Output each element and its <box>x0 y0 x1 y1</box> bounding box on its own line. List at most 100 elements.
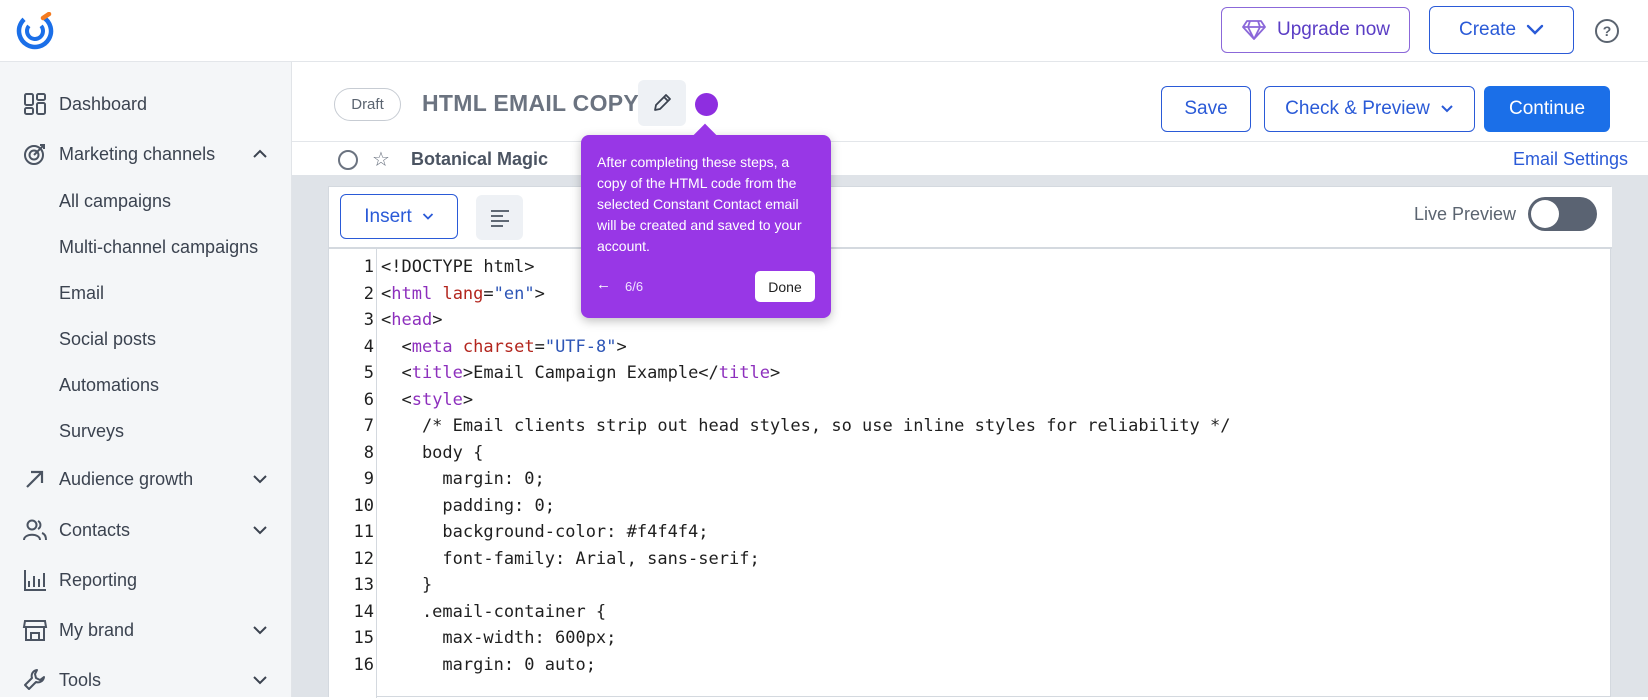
chevron-down-icon <box>422 213 433 220</box>
code-text: margin: 0; <box>381 469 545 489</box>
done-button[interactable]: Done <box>755 271 815 302</box>
line-number: 10 <box>353 495 374 516</box>
line-number: 13 <box>353 575 374 595</box>
sidebar-subitem-automations[interactable]: Automations <box>59 375 159 396</box>
chevron-up-icon <box>253 149 267 158</box>
sidebar-item-marketing-channels[interactable]: Marketing channels <box>0 134 292 174</box>
star-icon[interactable]: ☆ <box>372 147 390 172</box>
sidebar-item-tools[interactable]: Tools <box>0 660 292 700</box>
sidebar-subitem-surveys[interactable]: Surveys <box>59 421 124 442</box>
code-line: 2 <html lang="en"> <box>329 281 1612 308</box>
line-number: 4 <box>363 336 374 357</box>
select-radio[interactable] <box>338 150 358 170</box>
sidebar-item-label: Reporting <box>59 569 138 590</box>
code-line: 12 font-family: Arial, sans-serif; <box>329 546 1612 573</box>
save-label: Save <box>1184 98 1228 119</box>
code-text: <title>Email Campaign Example</title> <box>381 363 781 383</box>
code-line: 14 .email-container { <box>329 599 1612 626</box>
code-editor[interactable]: 1 <!DOCTYPE html> 2 <html lang="en"> 3 <head>… <box>329 249 1612 698</box>
line-number: 9 <box>363 469 374 489</box>
sidebar-item-audience-growth[interactable]: Audience growth <box>0 459 292 499</box>
continue-button[interactable]: Continue <box>1484 86 1610 132</box>
sidebar-subitem-email[interactable]: Email <box>59 283 104 304</box>
sidebar-item-contacts[interactable]: Contacts <box>0 510 292 550</box>
html-editor: Insert Live Preview 1 <!DOCTYPE html> 2 <ht… <box>328 186 1612 698</box>
check-preview-label: Check & Preview <box>1285 98 1430 119</box>
code-text: font-family: Arial, sans-serif; <box>381 548 760 569</box>
sidebar-item-reporting[interactable]: Reporting <box>0 560 292 600</box>
sidebar-item-label: My brand <box>59 619 135 640</box>
code-line: 11 background-color: #f4f4f4; <box>329 519 1612 546</box>
email-settings-link[interactable]: Email Settings <box>1513 149 1628 170</box>
code-line: 1 <!DOCTYPE html> <box>329 254 1612 281</box>
editor-toolbar: Insert Live Preview <box>329 187 1612 249</box>
live-preview-label: Live Preview <box>1414 204 1517 224</box>
sidebar-item-label: Dashboard <box>59 93 148 114</box>
line-number: 16 <box>353 654 374 675</box>
code-line: 7 /* Email clients strip out head styles… <box>329 413 1612 440</box>
insert-button[interactable]: Insert <box>340 194 458 239</box>
code-text: /* Email clients strip out head styles, … <box>381 416 1231 436</box>
toggle-knob <box>1531 200 1559 228</box>
chevron-down-icon <box>1441 105 1453 113</box>
sidebar-item-label: Marketing channels <box>59 143 216 164</box>
line-number: 7 <box>363 416 374 436</box>
code-text: margin: 0 auto; <box>381 654 596 675</box>
code-line: 16 margin: 0 auto; <box>329 652 1612 679</box>
upgrade-now-button[interactable]: Upgrade now <box>1221 7 1410 53</box>
code-line: 8 body { <box>329 440 1612 467</box>
constant-contact-logo[interactable] <box>16 12 54 50</box>
line-number: 3 <box>363 310 374 330</box>
tooltip-message: After completing these steps, a copy of … <box>597 154 802 254</box>
sidebar-item-label: Contacts <box>59 519 131 540</box>
code-text: <style> <box>381 389 474 410</box>
campaign-header: Draft HTML EMAIL COPY Save Check & Previ… <box>292 62 1648 141</box>
line-number: 1 <box>363 257 374 277</box>
line-number: 11 <box>353 522 374 542</box>
line-number: 14 <box>353 601 374 622</box>
code-text: <head> <box>381 310 443 330</box>
code-text: background-color: #f4f4f4; <box>381 522 709 542</box>
campaign-name: Botanical Magic <box>411 149 549 169</box>
help-icon[interactable]: ? <box>1595 19 1619 43</box>
sidebar-subitem-all-campaigns[interactable]: All campaigns <box>59 191 171 212</box>
sidebar-item-label: Audience growth <box>59 468 194 489</box>
align-left-icon <box>490 209 509 227</box>
sidebar: Dashboard Marketing channels All campaig… <box>0 62 292 697</box>
chevron-down-icon <box>253 475 267 484</box>
code-text: <meta charset="UTF-8"> <box>381 336 627 357</box>
editor-area: Insert Live Preview 1 <!DOCTYPE html> 2 <ht… <box>292 175 1648 698</box>
sidebar-item-my-brand[interactable]: My brand <box>0 610 292 650</box>
sidebar-item-dashboard[interactable]: Dashboard <box>0 84 292 124</box>
save-button[interactable]: Save <box>1161 86 1251 132</box>
create-button[interactable]: Create <box>1429 6 1574 54</box>
campaign-name-row: ☆ Botanical Magic Email Settings <box>292 141 1648 175</box>
dashboard-icon <box>24 93 46 115</box>
diamond-icon <box>1242 20 1266 40</box>
chevron-down-icon <box>253 526 267 535</box>
line-number: 5 <box>363 363 374 383</box>
line-number: 8 <box>363 442 374 463</box>
status-badge: Draft <box>334 88 401 121</box>
format-align-button[interactable] <box>476 195 523 240</box>
page-title: HTML EMAIL COPY <box>422 90 640 116</box>
step-counter: 6/6 <box>625 279 644 294</box>
live-preview-toggle[interactable] <box>1528 197 1597 231</box>
line-number: 2 <box>363 283 374 304</box>
code-text: max-width: 600px; <box>381 628 617 648</box>
chevron-down-icon <box>253 626 267 635</box>
upgrade-label: Upgrade now <box>1276 19 1391 40</box>
sidebar-item-label: Tools <box>59 669 102 690</box>
onboarding-tooltip: After completing these steps, a copy of … <box>581 123 831 318</box>
arrow-up-right-icon <box>26 470 44 488</box>
tour-hotspot-dot[interactable] <box>695 93 718 116</box>
edit-title-button[interactable] <box>638 80 686 126</box>
sidebar-subitem-social-posts[interactable]: Social posts <box>59 329 156 350</box>
code-text: } <box>381 575 433 595</box>
back-arrow-icon[interactable]: ← <box>596 276 611 293</box>
code-text: <!DOCTYPE html> <box>381 257 535 277</box>
check-preview-button[interactable]: Check & Preview <box>1264 86 1475 132</box>
code-text: <html lang="en"> <box>381 283 545 304</box>
create-label: Create <box>1458 19 1517 40</box>
sidebar-subitem-multi-channel-campaigns[interactable]: Multi-channel campaigns <box>59 237 258 258</box>
